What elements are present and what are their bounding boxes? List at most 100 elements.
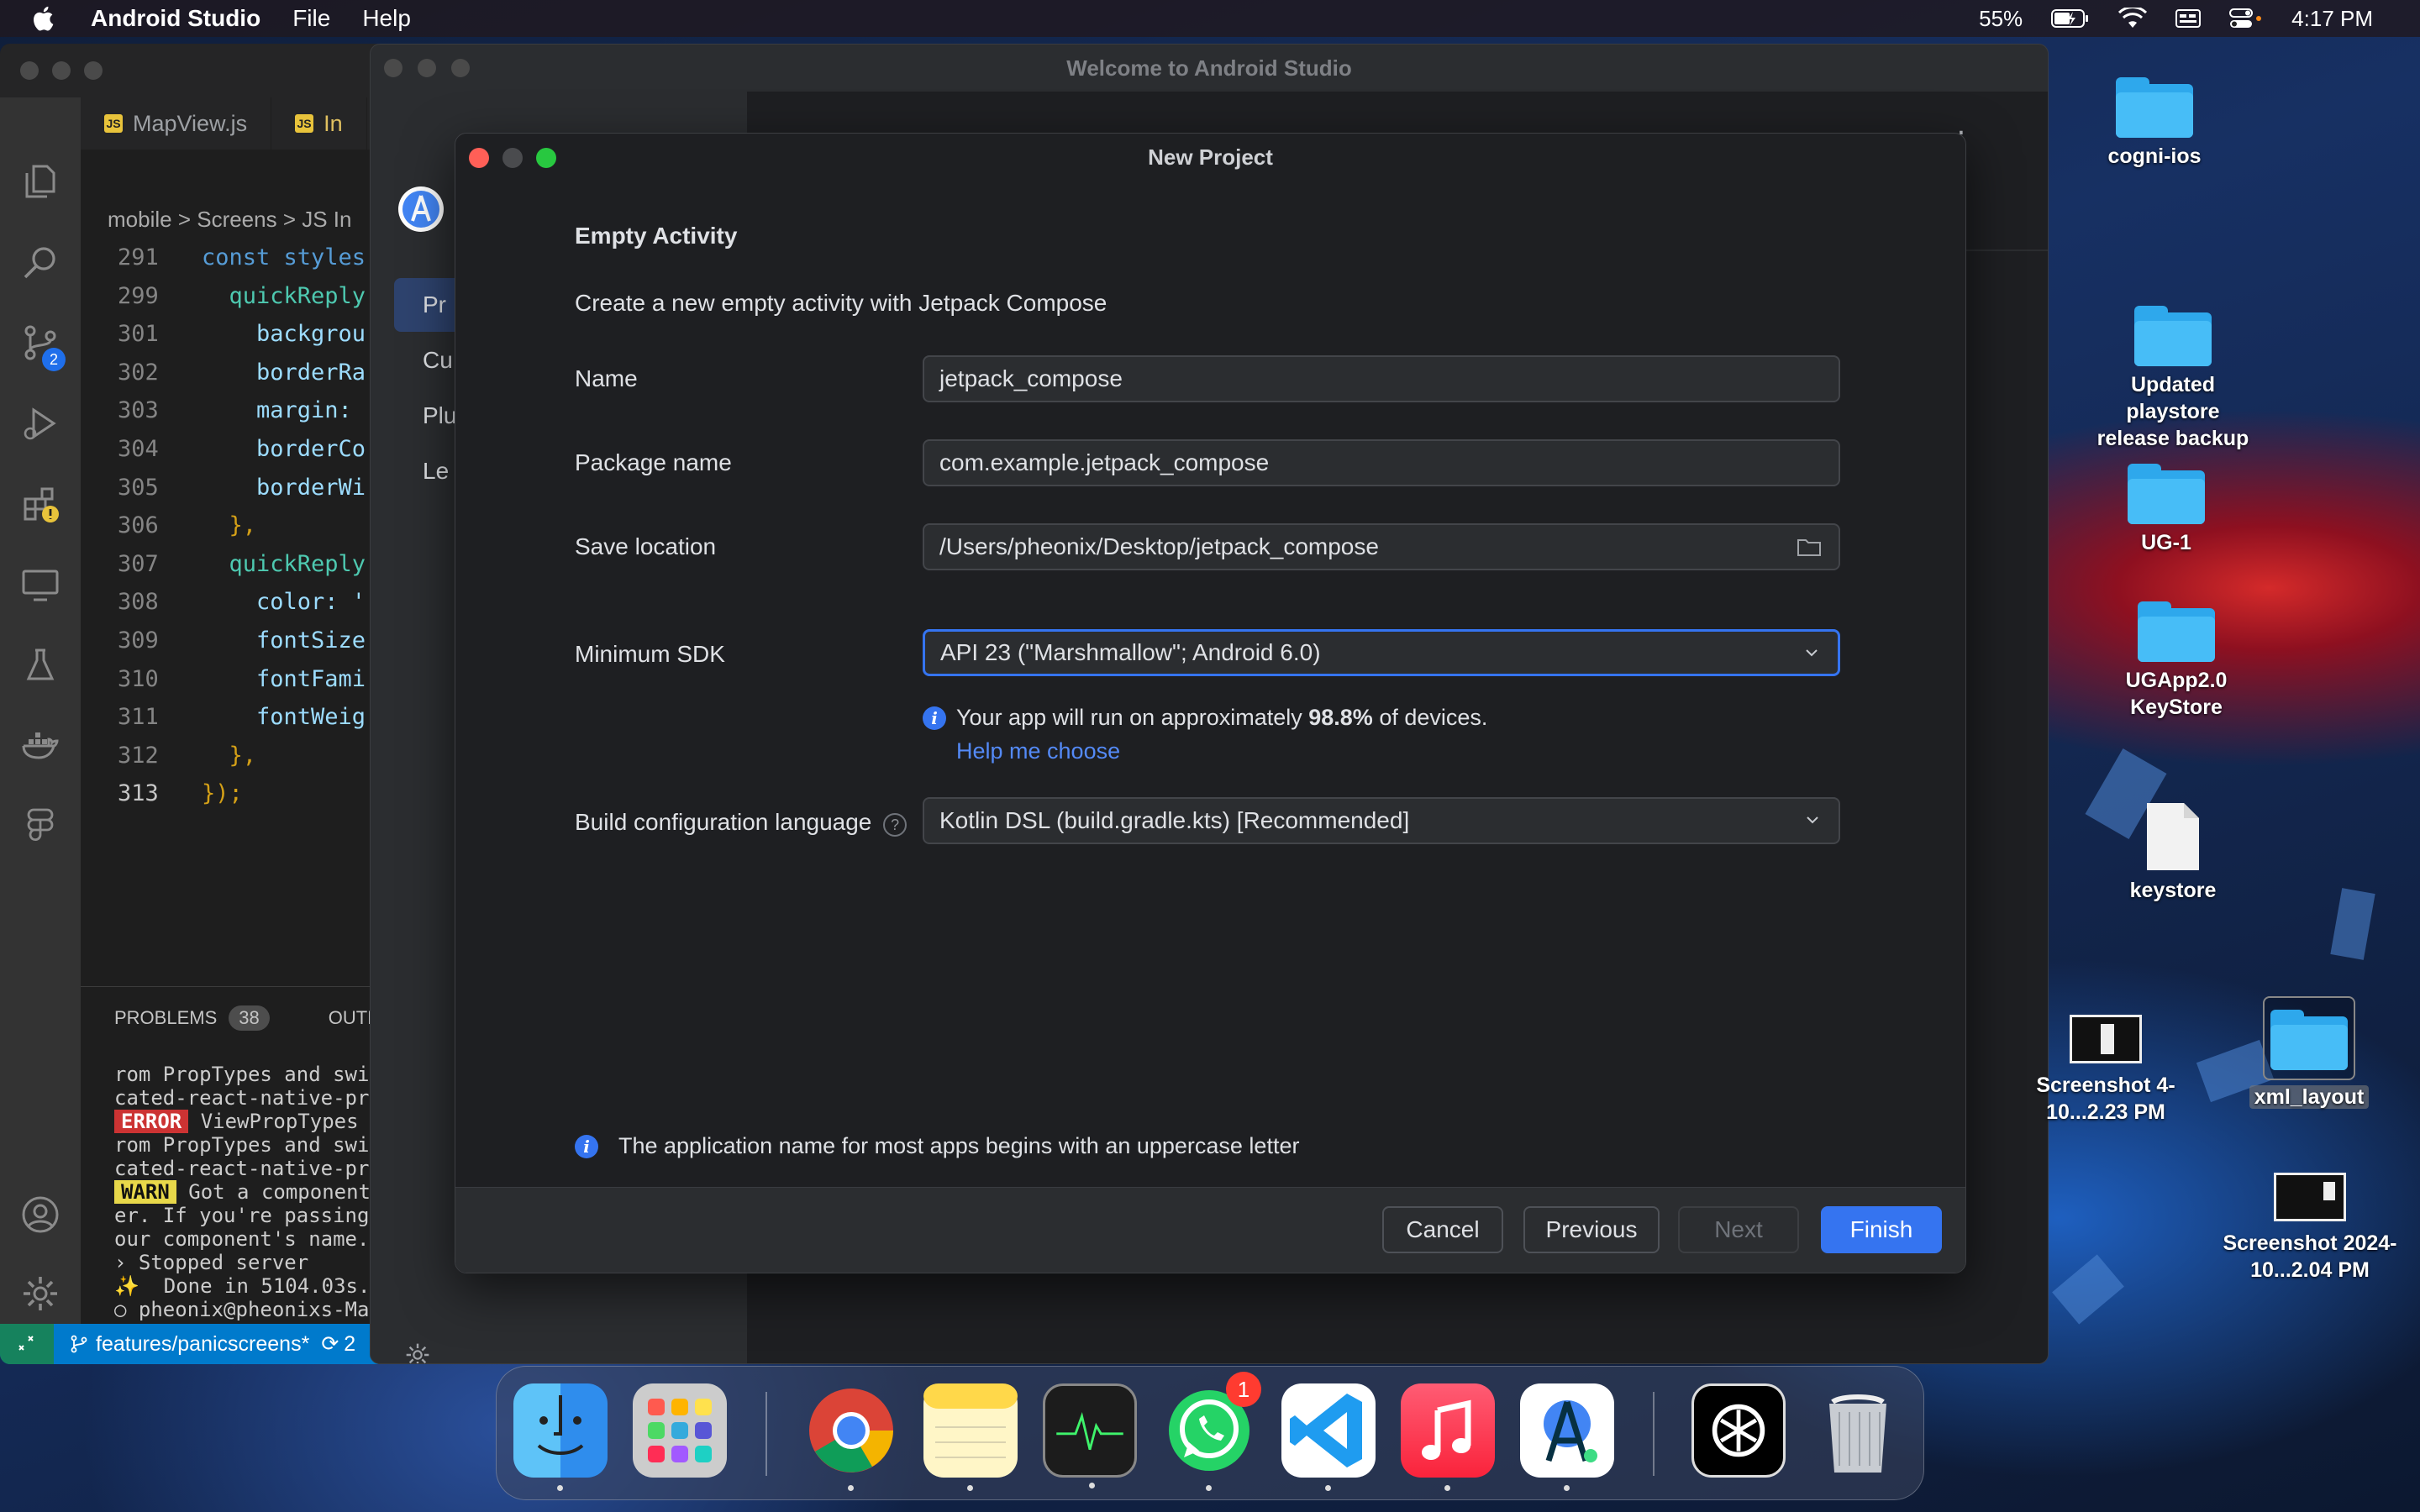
run-debug-icon[interactable] xyxy=(20,403,60,444)
zoom-button[interactable] xyxy=(536,148,556,168)
manage-gear-icon[interactable] xyxy=(20,1273,60,1314)
folder-browse-icon[interactable] xyxy=(1797,536,1822,558)
line-number: 305 xyxy=(118,474,159,501)
control-center-icon[interactable] xyxy=(2229,8,2263,29)
clock[interactable]: 4:17 PM xyxy=(2291,6,2373,32)
whatsapp-badge: 1 xyxy=(1226,1372,1261,1407)
zoom-dot[interactable] xyxy=(84,61,103,80)
desktop-icon-label: Screenshot 2024-10...2.04 PM xyxy=(2223,1231,2397,1282)
battery-icon[interactable] xyxy=(2051,8,2090,29)
settings-gear-icon[interactable] xyxy=(404,1341,431,1364)
build-config-value: Kotlin DSL (build.gradle.kts) [Recommend… xyxy=(939,807,1410,833)
menu-file[interactable]: File xyxy=(292,5,330,32)
menu-app-name[interactable]: Android Studio xyxy=(91,5,260,32)
breadcrumb[interactable]: mobile > Screens > JS In xyxy=(108,207,351,233)
line-number: 307 xyxy=(118,550,159,577)
apple-icon[interactable] xyxy=(30,4,59,33)
desktop-screenshot-1[interactable]: Screenshot 4-10...2.23 PM xyxy=(2022,1015,2190,1126)
close-dot[interactable] xyxy=(384,59,402,77)
figma-icon[interactable] xyxy=(20,806,60,847)
docker-icon[interactable] xyxy=(20,726,60,766)
whatsapp-icon[interactable]: 1 xyxy=(1162,1372,1261,1491)
desktop-file-keystore[interactable]: keystore xyxy=(2089,801,2257,904)
code-line: borderCo xyxy=(202,436,366,462)
tab-index[interactable]: JS In xyxy=(271,97,367,150)
desktop-folder-xml-layout[interactable]: xml_layout xyxy=(2225,996,2393,1110)
finder-icon[interactable] xyxy=(513,1383,608,1491)
desktop-icon-label: Updated playstore release backup xyxy=(2096,373,2249,450)
line-number: 291 xyxy=(118,244,159,270)
close-dot[interactable] xyxy=(20,61,39,80)
vscode-window: 2 JS MapView.js JS In mobile > Screens > J… xyxy=(0,44,378,1364)
line-number: 310 xyxy=(118,665,159,692)
desktop-folder-ugapp-keystore[interactable]: UGApp2.0 KeyStore xyxy=(2092,601,2260,721)
sdk-info-text: Your app will run on approximately xyxy=(956,705,1309,730)
desktop-icon-label: UGApp2.0 KeyStore xyxy=(2125,669,2228,719)
remote-indicator[interactable] xyxy=(0,1324,54,1364)
explorer-icon[interactable] xyxy=(20,161,60,202)
template-heading: Empty Activity xyxy=(575,223,738,249)
chatgpt-icon[interactable] xyxy=(1691,1383,1786,1478)
minimize-dot[interactable] xyxy=(52,61,71,80)
zoom-dot[interactable] xyxy=(451,59,470,77)
sdk-info: i Your app will run on approximately 98.… xyxy=(923,705,1487,731)
folder-icon xyxy=(2270,1010,2348,1070)
status-bar: features/panicscreens* ⟳ 2 xyxy=(0,1324,378,1364)
package-name-field[interactable]: com.example.jetpack_compose xyxy=(923,439,1840,486)
vscode-icon[interactable] xyxy=(1281,1383,1376,1491)
remote-explorer-icon[interactable] xyxy=(20,564,60,605)
min-sdk-label: Minimum SDK xyxy=(575,641,725,667)
validation-hint: i The application name for most apps beg… xyxy=(575,1133,1299,1159)
minimize-dot[interactable] xyxy=(418,59,436,77)
bottom-panel: PROBLEMS 38 OUTPU rom PropTypes and swit… xyxy=(81,986,378,1364)
tab-label: In xyxy=(324,110,343,136)
tab-mapview[interactable]: JS MapView.js xyxy=(81,97,272,150)
terminal-line: ✨ Done in 5104.03s. xyxy=(114,1274,371,1298)
launchpad-icon[interactable] xyxy=(633,1383,727,1478)
sdk-info-suffix: of devices. xyxy=(1372,705,1488,730)
cancel-button[interactable]: Cancel xyxy=(1382,1206,1503,1253)
scm-badge: 2 xyxy=(42,348,66,371)
help-me-choose-link[interactable]: Help me choose xyxy=(956,738,1120,764)
extensions-icon[interactable] xyxy=(20,484,60,524)
menu-help[interactable]: Help xyxy=(362,5,411,32)
terminal-line: WARN Got a component xyxy=(114,1180,378,1204)
close-button[interactable] xyxy=(469,148,489,168)
chrome-icon[interactable] xyxy=(804,1383,898,1491)
terminal-output[interactable]: rom PropTypes and swit cated-react-native… xyxy=(114,1063,378,1364)
line-number: 313 xyxy=(118,780,159,807)
desktop-folder-playstore-backup[interactable]: Updated playstore release backup xyxy=(2089,306,2257,452)
help-question-icon[interactable]: ? xyxy=(883,813,908,837)
android-studio-icon[interactable] xyxy=(1520,1383,1614,1491)
menu-bar: Android Studio File Help 55% 4:17 PM xyxy=(0,0,2420,37)
terminal-line: ERROR ViewPropTypes xyxy=(114,1110,378,1133)
finish-button[interactable]: Finish xyxy=(1821,1206,1942,1253)
name-field[interactable]: jetpack_compose xyxy=(923,355,1840,402)
status-items: 55% 4:17 PM xyxy=(1979,0,2373,37)
wifi-icon[interactable] xyxy=(2118,8,2148,29)
testing-icon[interactable] xyxy=(20,645,60,685)
desktop-folder-cogni-ios[interactable]: cogni-ios xyxy=(2070,77,2238,170)
trash-icon[interactable] xyxy=(1811,1383,1905,1478)
tab-problems[interactable]: PROBLEMS xyxy=(114,1007,217,1029)
desktop-screenshot-2[interactable]: Screenshot 2024-10...2.04 PM xyxy=(2213,1173,2407,1284)
sdk-info-percent: 98.8% xyxy=(1308,705,1373,730)
line-number: 299 xyxy=(118,282,159,309)
git-branch[interactable]: features/panicscreens* xyxy=(96,1332,309,1357)
sync-icon[interactable]: ⟳ xyxy=(321,1331,339,1357)
music-icon[interactable] xyxy=(1401,1383,1495,1491)
code-line: }, xyxy=(202,512,257,539)
desktop-icon-label: UG-1 xyxy=(2141,531,2191,554)
notes-icon[interactable] xyxy=(923,1383,1018,1491)
activity-monitor-icon[interactable] xyxy=(1043,1383,1137,1488)
save-location-field[interactable]: /Users/pheonix/Desktop/jetpack_compose xyxy=(923,523,1840,570)
search-icon[interactable] xyxy=(20,242,60,282)
code-line: borderWi xyxy=(202,474,366,501)
desktop-folder-ug-1[interactable]: UG-1 xyxy=(2082,464,2250,556)
account-icon[interactable] xyxy=(20,1194,60,1235)
battery-percent: 55% xyxy=(1979,5,2023,31)
previous-button[interactable]: Previous xyxy=(1523,1206,1660,1253)
build-config-select[interactable]: Kotlin DSL (build.gradle.kts) [Recommend… xyxy=(923,797,1840,844)
min-sdk-select[interactable]: API 23 ("Marshmallow"; Android 6.0) xyxy=(923,629,1840,676)
input-source-icon[interactable] xyxy=(2175,8,2202,29)
